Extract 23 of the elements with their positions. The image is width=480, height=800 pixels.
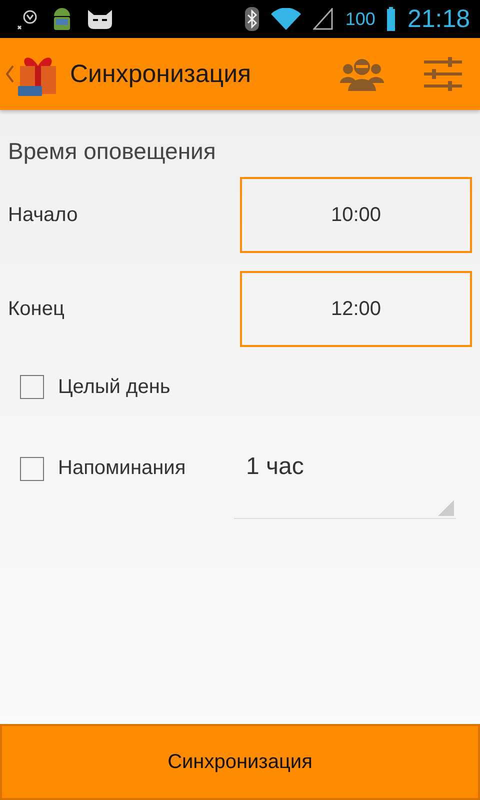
app-title: Синхронизация: [70, 60, 252, 88]
spinner-corner-icon: [438, 500, 454, 516]
wifi-icon: [271, 8, 302, 30]
checkbox[interactable]: [20, 375, 44, 399]
checkbox-label: Напоминания: [58, 457, 187, 480]
back-caret-icon[interactable]: [6, 65, 14, 83]
signal-icon: [313, 8, 334, 30]
battery-percent: 100: [345, 8, 376, 30]
reminder-spinner[interactable]: 1 час: [234, 451, 456, 519]
time-field[interactable]: 12:00: [240, 271, 472, 347]
time-label: Начало: [8, 204, 78, 226]
time-label: Конец: [8, 298, 64, 320]
sync-button[interactable]: Синхронизация: [0, 724, 480, 800]
cat-face-icon: [86, 8, 114, 30]
clock: 21:18: [407, 4, 470, 34]
checkbox[interactable]: [20, 457, 44, 481]
people-icon[interactable]: [340, 57, 384, 91]
battery-icon: [387, 7, 396, 31]
checkbox-label: Целый день: [58, 376, 172, 398]
section-title: Время оповещения: [8, 138, 217, 165]
time-field[interactable]: 10:00: [240, 177, 472, 253]
bluetooth-icon: [245, 7, 260, 31]
sliders-icon[interactable]: [424, 56, 462, 92]
